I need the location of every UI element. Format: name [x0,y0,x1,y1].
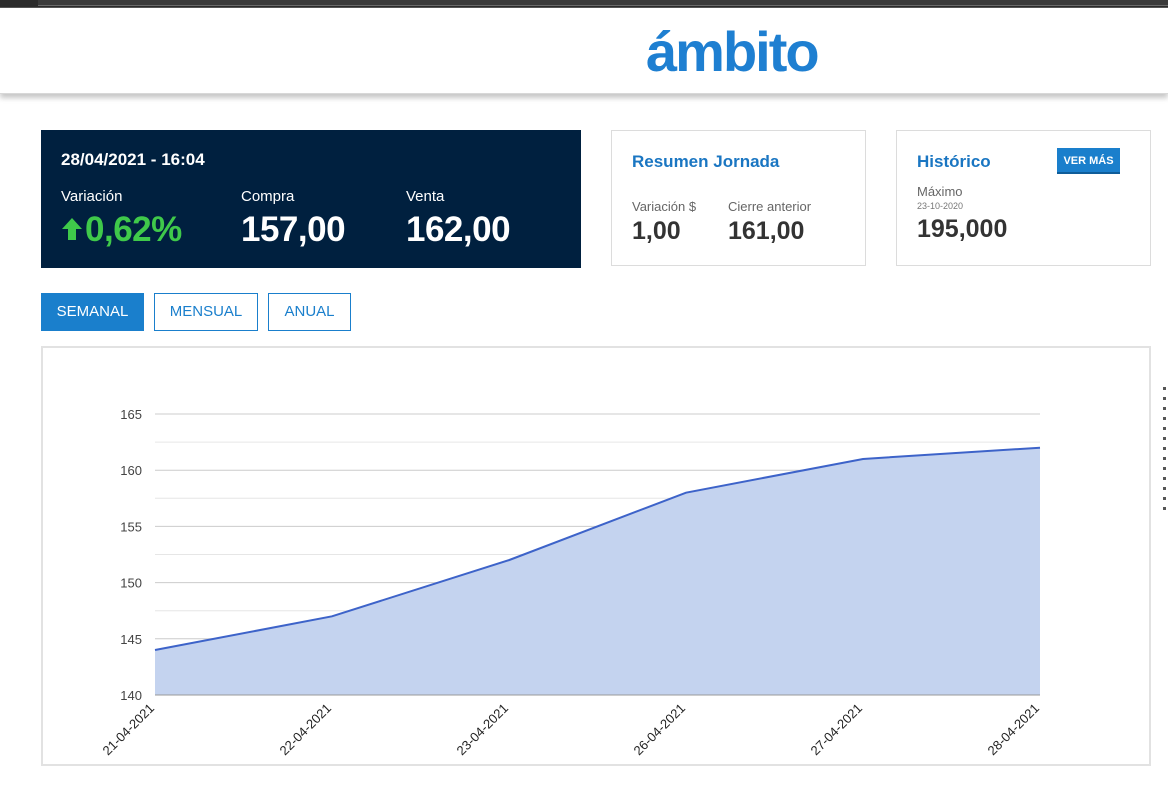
y-tick-label: 145 [120,632,142,647]
y-tick-label: 155 [120,519,142,534]
variacion-value-group: 0,62% [61,210,182,250]
compra-value: 157,00 [241,210,346,249]
window-top-strip [0,0,1168,8]
tab-anual[interactable]: ANUAL [268,293,351,331]
y-tick-label: 160 [120,463,142,478]
cierre-anterior-value: 161,00 [728,217,805,245]
resumen-variacion-value: 1,00 [632,217,681,245]
maximo-value: 195,000 [917,215,1008,243]
maximo-date: 23-10-2020 [917,201,964,211]
scroll-edge-dots [1160,380,1168,700]
x-tick-label: 26-04-2021 [630,701,688,759]
resumen-variacion-label: Variación $ [632,199,697,214]
variacion-value: 0,62% [85,210,182,249]
area-fill [155,447,1040,695]
y-tick-label: 165 [120,407,142,422]
tab-semanal[interactable]: SEMANAL [41,293,144,331]
x-tick-label: 27-04-2021 [807,701,865,759]
arrow-up-icon [62,218,82,240]
resumen-jornada-card: Resumen Jornada Variación $ 1,00 Cierre … [611,130,866,266]
compra-label: Compra [241,188,295,205]
quote-panel: 28/04/2021 - 16:04 Variación 0,62% Compr… [41,130,581,268]
x-tick-label: 21-04-2021 [99,701,157,759]
window-top-strip-inner [38,0,1168,6]
x-tick-label: 23-04-2021 [453,701,511,759]
venta-label: Venta [406,188,445,205]
y-tick-label: 150 [120,576,142,591]
site-header: ámbito [0,8,1168,94]
historico-title[interactable]: Histórico [917,152,991,172]
x-tick-label: 28-04-2021 [984,701,1042,759]
venta-value: 162,00 [406,210,511,249]
chart-svg: 140 145 150 155 160 165 21-04-2021 22-04-2021 23… [99,407,1042,759]
historico-card: Histórico VER MÁS Máximo 23-10-2020 195,… [896,130,1151,266]
cierre-anterior-label: Cierre anterior [728,199,812,214]
price-chart: 140 145 150 155 160 165 21-04-2021 22-04-2021 23… [41,346,1151,766]
ambito-logo[interactable]: ámbito [646,16,820,88]
x-tick-label: 22-04-2021 [276,701,334,759]
variacion-label: Variación [61,188,123,205]
tab-mensual[interactable]: MENSUAL [154,293,258,331]
quote-datetime: 28/04/2021 - 16:04 [61,150,205,169]
resumen-title: Resumen Jornada [632,152,780,171]
ver-mas-button[interactable]: VER MÁS [1057,148,1120,174]
y-tick-label: 140 [120,688,142,703]
maximo-label: Máximo [917,184,963,199]
